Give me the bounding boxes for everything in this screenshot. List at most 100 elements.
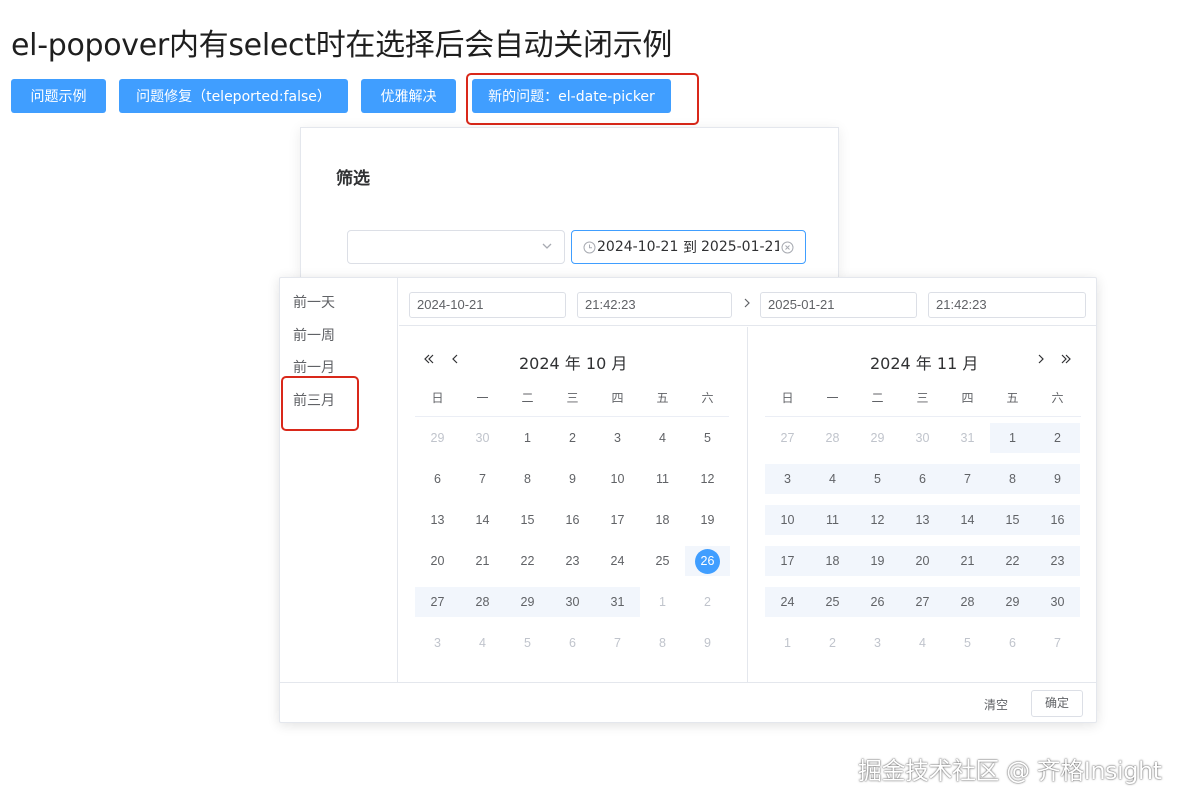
left-day-cell[interactable]: 6 bbox=[550, 628, 595, 658]
right-day-cell[interactable]: 31 bbox=[945, 423, 990, 453]
left-day-cell[interactable]: 5 bbox=[685, 423, 730, 453]
range-start-input[interactable]: 2024-10-21 bbox=[597, 239, 679, 255]
left-day-cell[interactable]: 24 bbox=[595, 546, 640, 576]
left-day-cell[interactable]: 3 bbox=[595, 423, 640, 453]
date-range-input[interactable]: 2024-10-21 到 2025-01-21 bbox=[571, 230, 806, 264]
left-day-cell[interactable]: 5 bbox=[505, 628, 550, 658]
right-day-cell[interactable]: 4 bbox=[810, 464, 855, 494]
left-day-cell[interactable]: 15 bbox=[505, 505, 550, 535]
left-day-cell[interactable]: 29 bbox=[505, 587, 550, 617]
right-day-cell[interactable]: 2 bbox=[1035, 423, 1080, 453]
left-day-cell[interactable]: 17 bbox=[595, 505, 640, 535]
left-day-cell[interactable]: 8 bbox=[640, 628, 685, 658]
left-day-cell[interactable]: 10 bbox=[595, 464, 640, 494]
left-day-cell[interactable]: 26 bbox=[685, 546, 730, 576]
left-day-cell[interactable]: 25 bbox=[640, 546, 685, 576]
range-end-input[interactable]: 2025-01-21 bbox=[701, 239, 779, 255]
right-day-cell[interactable]: 21 bbox=[945, 546, 990, 576]
right-day-cell[interactable]: 7 bbox=[1035, 628, 1080, 658]
left-day-cell[interactable]: 28 bbox=[460, 587, 505, 617]
right-day-cell[interactable]: 5 bbox=[945, 628, 990, 658]
right-day-cell[interactable]: 30 bbox=[900, 423, 945, 453]
right-day-cell[interactable]: 24 bbox=[765, 587, 810, 617]
left-day-cell[interactable]: 18 bbox=[640, 505, 685, 535]
shortcut-prev-day[interactable]: 前一天 bbox=[293, 292, 335, 312]
left-day-cell[interactable]: 13 bbox=[415, 505, 460, 535]
clear-button[interactable]: 清空 bbox=[984, 696, 1008, 713]
right-day-cell[interactable]: 29 bbox=[990, 587, 1035, 617]
right-day-cell[interactable]: 30 bbox=[1035, 587, 1080, 617]
right-day-cell[interactable]: 6 bbox=[990, 628, 1035, 658]
left-day-cell[interactable]: 30 bbox=[460, 423, 505, 453]
right-day-cell[interactable]: 27 bbox=[900, 587, 945, 617]
right-day-cell[interactable]: 16 bbox=[1035, 505, 1080, 535]
start-date-input[interactable]: 2024-10-21 bbox=[409, 292, 566, 318]
elegant-solution-button[interactable]: 优雅解决 bbox=[361, 79, 456, 113]
right-day-cell[interactable]: 17 bbox=[765, 546, 810, 576]
double-chevron-right-icon[interactable] bbox=[1060, 353, 1072, 365]
end-time-input[interactable]: 21:42:23 bbox=[928, 292, 1086, 318]
right-day-cell[interactable]: 25 bbox=[810, 587, 855, 617]
shortcut-prev-week[interactable]: 前一周 bbox=[293, 325, 335, 345]
filter-select[interactable] bbox=[347, 230, 565, 264]
left-day-cell[interactable]: 7 bbox=[595, 628, 640, 658]
clear-icon[interactable] bbox=[781, 241, 794, 254]
left-day-cell[interactable]: 2 bbox=[550, 423, 595, 453]
problem-fix-button[interactable]: 问题修复（teleported:false） bbox=[119, 79, 348, 113]
chevron-right-icon[interactable] bbox=[1035, 353, 1047, 365]
chevron-left-icon[interactable] bbox=[449, 353, 461, 365]
right-day-cell[interactable]: 12 bbox=[855, 505, 900, 535]
left-day-cell[interactable]: 20 bbox=[415, 546, 460, 576]
left-day-cell[interactable]: 27 bbox=[415, 587, 460, 617]
left-day-cell[interactable]: 29 bbox=[415, 423, 460, 453]
right-day-cell[interactable]: 3 bbox=[855, 628, 900, 658]
right-day-cell[interactable]: 7 bbox=[945, 464, 990, 494]
left-day-cell[interactable]: 1 bbox=[640, 587, 685, 617]
left-day-cell[interactable]: 4 bbox=[640, 423, 685, 453]
left-day-cell[interactable]: 6 bbox=[415, 464, 460, 494]
double-chevron-left-icon[interactable] bbox=[423, 353, 435, 365]
left-day-cell[interactable]: 19 bbox=[685, 505, 730, 535]
right-day-cell[interactable]: 14 bbox=[945, 505, 990, 535]
left-day-cell[interactable]: 3 bbox=[415, 628, 460, 658]
left-day-cell[interactable]: 4 bbox=[460, 628, 505, 658]
problem-example-button[interactable]: 问题示例 bbox=[11, 79, 106, 113]
right-day-cell[interactable]: 9 bbox=[1035, 464, 1080, 494]
left-day-cell[interactable]: 14 bbox=[460, 505, 505, 535]
right-day-cell[interactable]: 19 bbox=[855, 546, 900, 576]
right-day-cell[interactable]: 10 bbox=[765, 505, 810, 535]
right-day-cell[interactable]: 27 bbox=[765, 423, 810, 453]
end-date-input[interactable]: 2025-01-21 bbox=[760, 292, 917, 318]
left-day-cell[interactable]: 9 bbox=[685, 628, 730, 658]
right-day-cell[interactable]: 15 bbox=[990, 505, 1035, 535]
left-day-cell[interactable]: 7 bbox=[460, 464, 505, 494]
left-day-cell[interactable]: 31 bbox=[595, 587, 640, 617]
left-day-cell[interactable]: 11 bbox=[640, 464, 685, 494]
right-day-cell[interactable]: 26 bbox=[855, 587, 900, 617]
left-day-cell[interactable]: 12 bbox=[685, 464, 730, 494]
left-day-cell[interactable]: 2 bbox=[685, 587, 730, 617]
right-day-cell[interactable]: 28 bbox=[810, 423, 855, 453]
right-day-cell[interactable]: 3 bbox=[765, 464, 810, 494]
right-day-cell[interactable]: 28 bbox=[945, 587, 990, 617]
left-day-cell[interactable]: 23 bbox=[550, 546, 595, 576]
left-day-cell[interactable]: 21 bbox=[460, 546, 505, 576]
right-day-cell[interactable]: 1 bbox=[765, 628, 810, 658]
left-day-cell[interactable]: 30 bbox=[550, 587, 595, 617]
right-day-cell[interactable]: 29 bbox=[855, 423, 900, 453]
right-day-cell[interactable]: 8 bbox=[990, 464, 1035, 494]
left-day-cell[interactable]: 22 bbox=[505, 546, 550, 576]
right-day-cell[interactable]: 6 bbox=[900, 464, 945, 494]
left-day-cell[interactable]: 16 bbox=[550, 505, 595, 535]
left-day-cell[interactable]: 8 bbox=[505, 464, 550, 494]
right-day-cell[interactable]: 13 bbox=[900, 505, 945, 535]
confirm-button[interactable]: 确定 bbox=[1031, 690, 1083, 717]
shortcut-prev-month[interactable]: 前一月 bbox=[293, 357, 335, 377]
right-day-cell[interactable]: 5 bbox=[855, 464, 900, 494]
left-day-cell[interactable]: 1 bbox=[505, 423, 550, 453]
right-day-cell[interactable]: 18 bbox=[810, 546, 855, 576]
right-day-cell[interactable]: 2 bbox=[810, 628, 855, 658]
right-day-cell[interactable]: 20 bbox=[900, 546, 945, 576]
start-time-input[interactable]: 21:42:23 bbox=[577, 292, 732, 318]
right-day-cell[interactable]: 22 bbox=[990, 546, 1035, 576]
